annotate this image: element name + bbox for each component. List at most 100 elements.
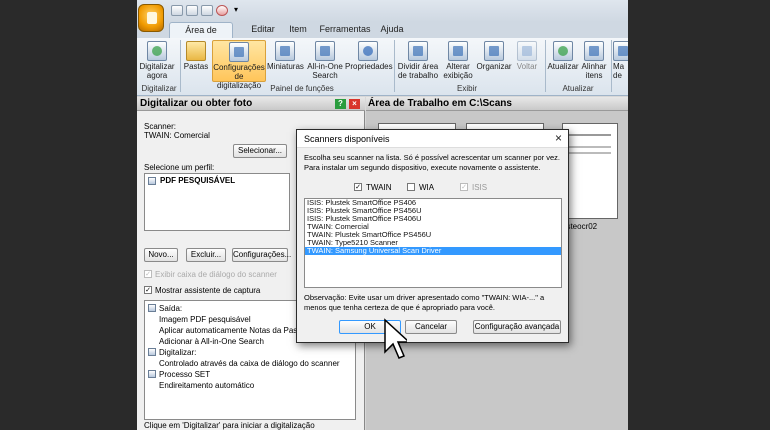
folder-quick-icon[interactable]: [186, 5, 198, 16]
group-separator: [545, 40, 546, 92]
button-label: Miniaturas: [267, 62, 304, 71]
scan-now-button[interactable]: Digitalizar agora: [139, 40, 175, 80]
profile-icon: [148, 177, 156, 185]
folders-button[interactable]: Pastas: [182, 40, 210, 71]
more-icon: [613, 41, 628, 61]
select-scanner-button[interactable]: Selecionar...: [233, 144, 287, 158]
dialog-title: Scanners disponíveis: [297, 130, 568, 148]
scanner-list-item[interactable]: TWAIN: Samsung Universal Scan Driver: [305, 247, 561, 255]
quick-access-toolbar: ▾: [137, 0, 628, 32]
profile-list[interactable]: PDF PESQUISÁVEL: [144, 173, 290, 231]
button-label: Pastas: [183, 62, 209, 71]
button-label: Ma de: [613, 62, 625, 80]
all-in-one-search-button[interactable]: All-in-One Search: [305, 40, 345, 80]
split-icon: [408, 41, 428, 61]
stop-quick-icon[interactable]: [216, 5, 228, 16]
isis-filter-checkbox[interactable]: ✓: [460, 183, 468, 191]
show-scanner-dialog-checkbox[interactable]: ✓: [144, 270, 152, 278]
tree-item: Controlado através da caixa de diálogo d…: [159, 359, 340, 368]
document-thumbnail[interactable]: [562, 123, 618, 219]
group-separator: [180, 40, 181, 92]
button-label: Organizar: [476, 62, 512, 71]
show-wizard-checkbox[interactable]: ✓: [144, 286, 152, 294]
folder-icon: [186, 41, 206, 61]
tree-item: Digitalizar:: [159, 348, 197, 357]
scan-settings-button[interactable]: Configurações de digitalização: [212, 40, 266, 90]
thumbnail-line: [569, 146, 611, 148]
button-label: Alterar exibição: [443, 62, 473, 80]
wia-filter-label: WIA: [419, 183, 435, 192]
close-icon[interactable]: ×: [349, 99, 360, 109]
isis-filter-label: ISIS: [472, 183, 488, 192]
profile-settings-button[interactable]: Configurações...: [232, 248, 291, 262]
scanner-label: Scanner:: [144, 122, 177, 131]
tab-item[interactable]: Item: [283, 22, 313, 38]
screen-frame: ▾ Área de trabalho Editar Item Ferrament…: [0, 0, 770, 430]
tab-editar[interactable]: Editar: [243, 22, 283, 38]
advanced-config-button[interactable]: Configuração avançada: [473, 320, 561, 334]
profile-item[interactable]: PDF PESQUISÁVEL: [160, 176, 235, 185]
twain-filter-checkbox[interactable]: ✓: [354, 183, 362, 191]
organize-button[interactable]: Organizar: [476, 40, 512, 71]
group-label: Digitalizar: [141, 84, 177, 93]
cancel-button[interactable]: Cancelar: [405, 320, 457, 334]
tree-item: Endireitamento automático: [159, 381, 255, 390]
dialog-close-icon[interactable]: ×: [555, 132, 562, 145]
tree-item: Imagem PDF pesquisável: [159, 315, 251, 324]
profile-label: Selecione um perfil:: [144, 163, 215, 172]
properties-button[interactable]: Propriedades: [345, 40, 393, 71]
group-separator: [394, 40, 395, 92]
scanner-list[interactable]: ISIS: Plustek SmartOffice PS406 ISIS: Plu…: [304, 198, 562, 288]
thumbnail-line: [569, 134, 611, 136]
button-label: Digitalizar agora: [139, 62, 175, 80]
tab-ajuda[interactable]: Ajuda: [377, 22, 407, 38]
organize-icon: [484, 41, 504, 61]
scanner-value: TWAIN: Comercial: [144, 131, 210, 140]
group-label: Atualizar: [562, 84, 594, 93]
align-icon: [584, 41, 604, 61]
scan-icon: [147, 41, 167, 61]
workspace-title: Área de Trabalho em C:\Scans: [366, 97, 628, 111]
wia-filter-checkbox[interactable]: [407, 183, 415, 191]
mouse-pointer-icon: [384, 318, 407, 359]
align-items-button[interactable]: Alinhar itens: [579, 40, 609, 80]
thumbnail-line: [569, 152, 611, 154]
more-button[interactable]: Ma de: [613, 40, 628, 80]
show-wizard-label: Mostrar assistente de captura: [155, 286, 261, 295]
button-label: All-in-One Search: [307, 62, 343, 80]
tree-item: Processo SET: [159, 370, 211, 379]
panel-title: Digitalizar ou obter foto: [137, 97, 365, 111]
back-button[interactable]: Voltar: [512, 40, 542, 71]
tree-item: Aplicar automaticamente Notas da Pasta: [159, 326, 304, 335]
tree-item: Saída:: [159, 304, 183, 313]
thumbnails-button[interactable]: Miniaturas: [267, 40, 304, 71]
split-workspace-button[interactable]: Dividir área de trabalho: [396, 40, 440, 80]
panel-footer-hint: Clique em 'Digitalizar' para iniciar a d…: [144, 421, 315, 430]
new-profile-button[interactable]: Novo...: [144, 248, 178, 262]
tab-ferramentas[interactable]: Ferramentas: [317, 22, 373, 38]
scan-icon: [148, 348, 156, 356]
refresh-icon: [553, 41, 573, 61]
button-label: Dividir área de trabalho: [397, 62, 439, 80]
delete-profile-button[interactable]: Excluir...: [186, 248, 226, 262]
group-separator: [611, 40, 612, 92]
process-icon: [148, 370, 156, 378]
app-menu-button[interactable]: [138, 4, 164, 32]
available-scanners-dialog: Scanners disponíveis × Escolha seu scann…: [296, 129, 569, 343]
customize-quick-icon[interactable]: ▾: [234, 5, 238, 14]
ribbon-tabs: Área de trabalho Editar Item Ferramentas…: [137, 22, 628, 50]
help-icon[interactable]: ?: [335, 99, 346, 109]
output-icon: [148, 304, 156, 312]
tab-area-de-trabalho[interactable]: Área de trabalho: [169, 22, 233, 50]
refresh-button[interactable]: Atualizar: [547, 40, 579, 71]
ribbon: Digitalizar agora Pastas Configurações d…: [137, 38, 628, 96]
button-label: Voltar: [516, 62, 538, 71]
twain-filter-label: TWAIN: [366, 183, 392, 192]
dialog-note: Observação: Evite usar um driver apresen…: [304, 293, 545, 312]
scan-quick-icon[interactable]: [171, 5, 183, 16]
change-view-button[interactable]: Alterar exibição: [440, 40, 476, 80]
properties-icon: [358, 41, 378, 61]
print-quick-icon[interactable]: [201, 5, 213, 16]
thumbnails-icon: [275, 41, 295, 61]
button-label: Alinhar itens: [581, 62, 607, 80]
